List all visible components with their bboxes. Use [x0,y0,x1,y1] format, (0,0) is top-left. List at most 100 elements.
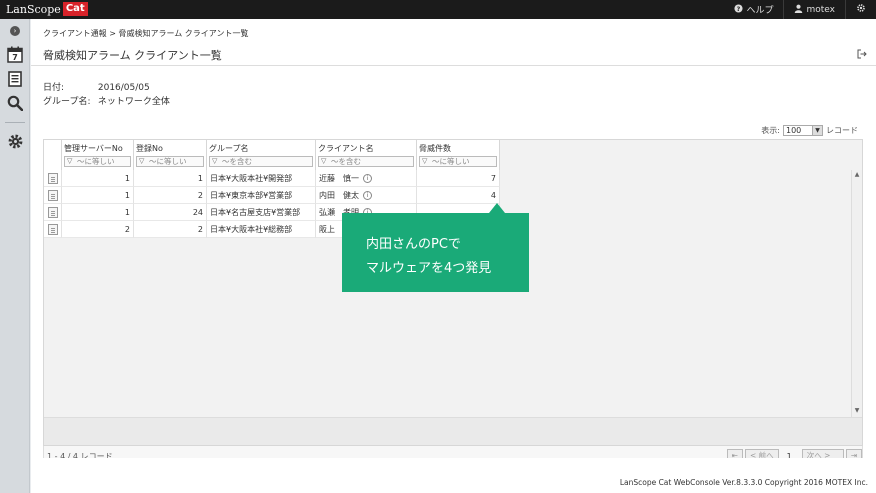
header-reg-no[interactable]: 登録No ▽ 〜に等しい [134,140,207,170]
callout-line-2: マルウェアを4つ発見 [366,261,492,276]
cell-reg-no: 2 [134,187,207,204]
breadcrumb: クライアント通報 > 脅威検知アラーム クライアント一覧 [43,28,248,39]
column-label: クライアント名 [318,144,374,153]
row-detail-button[interactable] [44,204,62,221]
group-info: グループ名: ネットワーク全体 [43,94,170,107]
breadcrumb-separator: > [109,29,116,38]
logo-badge: Cat [62,2,88,16]
table-row[interactable]: 1 1 日本¥大阪本社¥開発部 近藤 慎一 i 7 [44,170,500,187]
page-footer: LanScope Cat WebConsole Ver.8.3.3.0 Copy… [31,458,876,493]
document-icon [47,173,58,184]
filter-server-no[interactable]: ▽ 〜に等しい [64,156,131,167]
export-icon [857,49,867,59]
date-info: 日付: 2016/05/05 [43,80,150,93]
user-label: motex [806,4,835,15]
settings-gear-icon [8,134,22,148]
filter-reg-no[interactable]: ▽ 〜に等しい [136,156,204,167]
cell-reg-no: 24 [134,204,207,221]
filter-icon: ▽ [212,157,218,165]
sidebar-divider [5,122,25,123]
callout-line-1: 内田さんのPCで [366,237,461,252]
breadcrumb-current: 脅威検知アラーム クライアント一覧 [118,29,249,38]
cell-group: 日本¥大阪本社¥開発部 [207,170,316,187]
filter-threat-count[interactable]: ▽ 〜に等しい [419,156,497,167]
header-group-name[interactable]: グループ名 ▽ 〜を含む [207,140,316,170]
client-name: 内田 健太 [319,191,359,200]
filter-group-name[interactable]: ▽ 〜を含む [209,156,313,167]
app-logo[interactable]: LanScope Cat [6,2,88,16]
scroll-down-icon[interactable]: ▼ [852,407,862,416]
row-detail-button[interactable] [44,170,62,187]
column-label: 管理サーバーNo [64,144,123,153]
breadcrumb-parent-link[interactable]: クライアント通報 [43,29,107,38]
help-label: ヘルプ [746,6,774,16]
client-name: 近藤 慎一 [319,174,359,183]
title-divider [31,65,876,66]
user-menu[interactable]: motex [783,0,845,19]
filter-placeholder: 〜を含む [222,157,252,166]
cell-group: 日本¥名古屋支店¥営業部 [207,204,316,221]
filter-placeholder: 〜に等しい [77,157,115,166]
header-client-name[interactable]: クライアント名 ▽ 〜を含む [316,140,417,170]
table-row[interactable]: 1 2 日本¥東京本部¥営業部 内田 健太 i 4 [44,187,500,204]
row-detail-button[interactable] [44,221,62,238]
page-title: 脅威検知アラーム クライアント一覧 [43,49,222,62]
display-count-select[interactable]: 100 ▼ [783,125,823,136]
top-settings-button[interactable] [845,0,876,19]
info-icon[interactable]: i [363,191,372,200]
cell-server-no: 1 [62,187,134,204]
report-list-icon [8,71,22,87]
chevron-down-icon: ▼ [812,126,822,135]
group-label: グループ名: [43,97,91,107]
cell-client[interactable]: 内田 健太 i [316,187,417,204]
help-icon: ? [734,3,744,16]
vertical-scrollbar[interactable]: ▲ ▼ [851,170,862,417]
header-checkbox-col [44,140,62,170]
settings-gear-icon [856,3,866,16]
cell-reg-no: 1 [134,170,207,187]
group-value: ネットワーク全体 [97,97,170,107]
column-label: グループ名 [209,144,249,153]
filter-icon: ▽ [67,157,73,165]
filter-placeholder: 〜に等しい [149,157,187,166]
display-count-value: 100 [786,126,802,135]
sidebar-report-button[interactable] [5,69,25,89]
cell-group: 日本¥東京本部¥営業部 [207,187,316,204]
date-label: 日付: [43,83,65,93]
display-unit: レコード [826,126,858,135]
top-bar: LanScope Cat ? ヘルプ motex [0,0,876,19]
export-button[interactable] [857,49,867,62]
cell-client[interactable]: 近藤 慎一 i [316,170,417,187]
filter-client-name[interactable]: ▽ 〜を含む [318,156,414,167]
sidebar-search-button[interactable] [5,93,25,113]
document-icon [47,224,58,235]
grid-lower-area [44,417,862,445]
svg-text:?: ? [737,5,741,12]
header-server-no[interactable]: 管理サーバーNo ▽ 〜に等しい [62,140,134,170]
help-link[interactable]: ? ヘルプ [724,0,783,19]
cell-threats: 7 [417,170,500,187]
calendar-icon: 7 [7,46,23,63]
collapse-arrow-icon[interactable]: › [10,26,20,36]
scroll-up-icon[interactable]: ▲ [852,171,862,180]
info-icon[interactable]: i [363,174,372,183]
filter-placeholder: 〜に等しい [432,157,470,166]
user-icon [794,4,803,16]
search-icon [7,95,23,111]
column-label: 登録No [136,144,163,153]
row-detail-button[interactable] [44,187,62,204]
logo-text: LanScope [6,2,61,16]
filter-placeholder: 〜を含む [331,157,361,166]
display-label: 表示: [761,126,780,135]
sidebar-calendar-button[interactable]: 7 [5,44,25,64]
cell-threats: 4 [417,187,500,204]
cell-reg-no: 2 [134,221,207,238]
copyright-text: LanScope Cat WebConsole Ver.8.3.3.0 Copy… [619,478,868,487]
column-label: 脅威件数 [419,144,451,153]
sidebar-settings-button[interactable] [5,131,25,151]
document-icon [47,207,58,218]
date-value: 2016/05/05 [97,83,150,93]
cell-server-no: 1 [62,170,134,187]
cell-server-no: 1 [62,204,134,221]
header-threat-count[interactable]: 脅威件数 ▽ 〜に等しい [417,140,500,170]
